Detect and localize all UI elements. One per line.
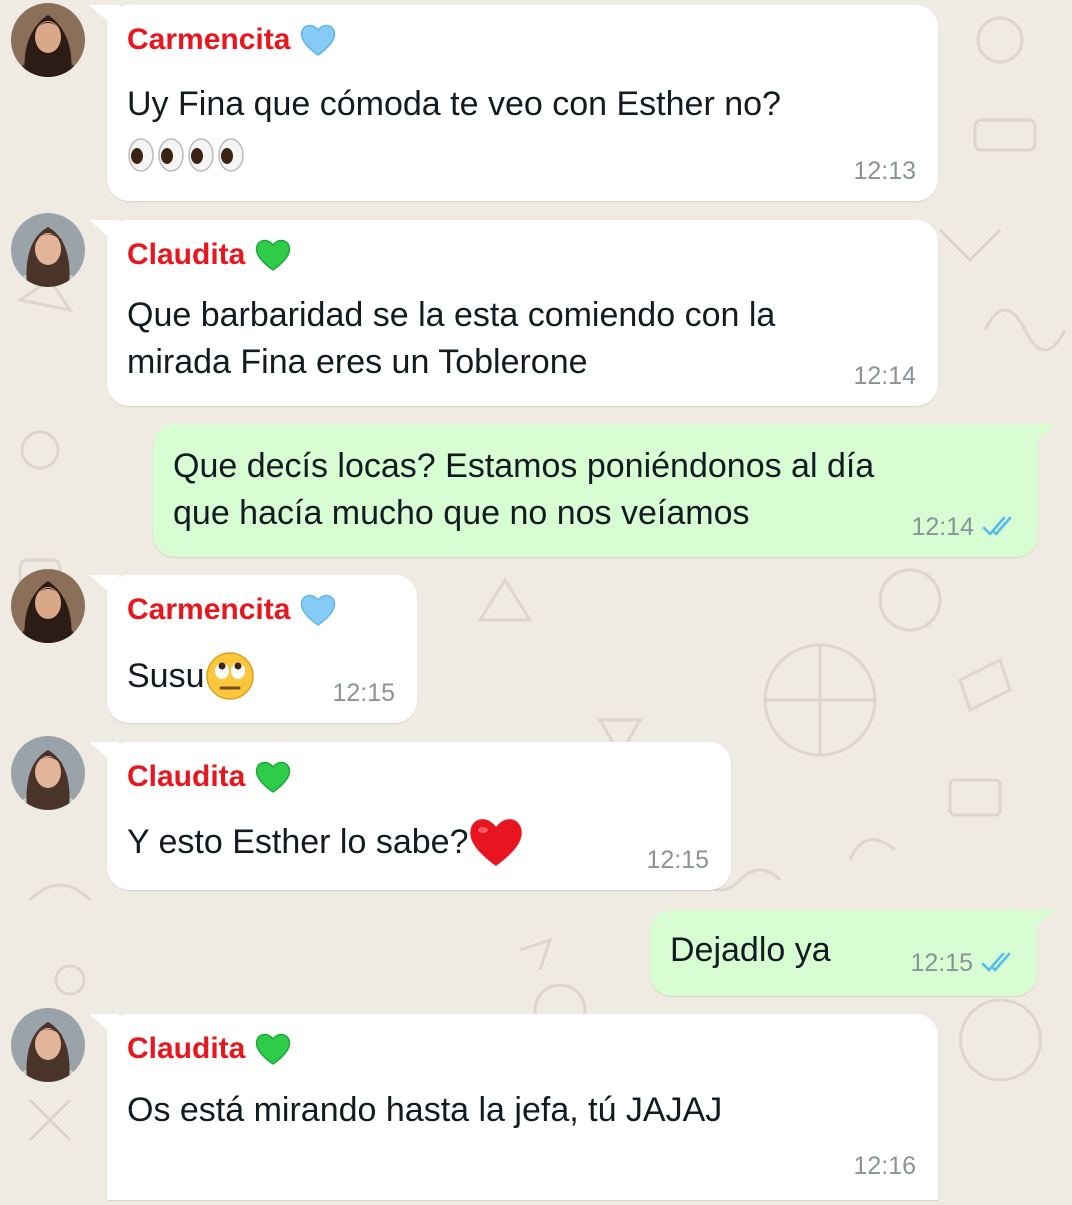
message-bubble-outgoing[interactable]: Dejadlo ya 12:15 [650,910,1055,996]
bubble-tail [89,1014,119,1040]
bubble-tail [1026,424,1056,450]
green-heart-icon [256,239,291,271]
eye-emoji [158,138,184,172]
blue-heart-icon [301,24,336,56]
eye-emoji [188,138,214,172]
green-heart-icon [256,761,291,793]
message-text: Uy Fina que cómoda te veo con Esther no? [127,85,781,123]
avatar-claudita[interactable] [11,736,85,810]
green-heart-icon [256,1033,291,1065]
bubble-tail [89,5,119,31]
blue-heart-icon [301,594,336,626]
bubble-tail [1025,910,1055,936]
message-bubble[interactable]: Carmencita Uy Fina que cómoda te veo con… [89,5,938,201]
message-bubble[interactable]: Claudita Os está mirando hasta la jefa, … [89,1014,938,1200]
message-time: 12:13 [853,157,916,185]
eye-emoji [128,138,154,172]
message-text: Que decís locas? Estamos poniéndonos al … [173,447,875,485]
bubble-tail [89,742,119,768]
message-time: 12:14 [911,513,974,541]
message-time: 12:14 [853,362,916,390]
sender-name: Claudita [127,238,291,272]
avatar-claudita[interactable] [11,1008,85,1082]
message-text: Os está mirando hasta la jefa, tú JAJAJ [127,1091,723,1129]
message-text: Susu [127,651,255,701]
sender-name: Carmencita [127,23,336,57]
eye-roll-emoji [205,652,254,700]
avatar-carmencita[interactable] [11,3,85,77]
eye-emoji [218,138,244,172]
sender-name: Carmencita [127,593,336,627]
message-time: 12:15 [646,846,709,874]
message-bubble-outgoing[interactable]: Que decís locas? Estamos poniéndonos al … [153,424,1056,557]
message-bubble[interactable]: Claudita Y esto Esther lo sabe? 12:15 [89,742,731,890]
sender-name: Claudita [127,1032,291,1066]
avatar-carmencita[interactable] [11,569,85,643]
message-bubble[interactable]: Carmencita Susu 12:15 [89,575,417,723]
read-receipt-icon [982,516,1012,536]
sender-name: Claudita [127,760,291,794]
red-heart-emoji [470,819,523,866]
message-text: Dejadlo ya [670,931,831,969]
message-bubble[interactable]: Claudita Que barbaridad se la esta comie… [89,220,938,406]
message-text: que hacía mucho que no nos veíamos [173,494,750,532]
eyes-emoji-group [127,129,247,177]
message-time: 12:16 [853,1152,916,1180]
message-text: Y esto Esther lo sabe? [127,816,524,868]
message-time: 12:15 [910,949,973,977]
avatar-claudita[interactable] [11,213,85,287]
message-text: mirada Fina eres un Toblerone [127,343,588,381]
bubble-tail [89,220,119,246]
read-receipt-icon [981,952,1011,972]
bubble-tail [89,575,119,601]
message-time: 12:15 [332,679,395,707]
message-text: Que barbaridad se la esta comiendo con l… [127,296,776,334]
